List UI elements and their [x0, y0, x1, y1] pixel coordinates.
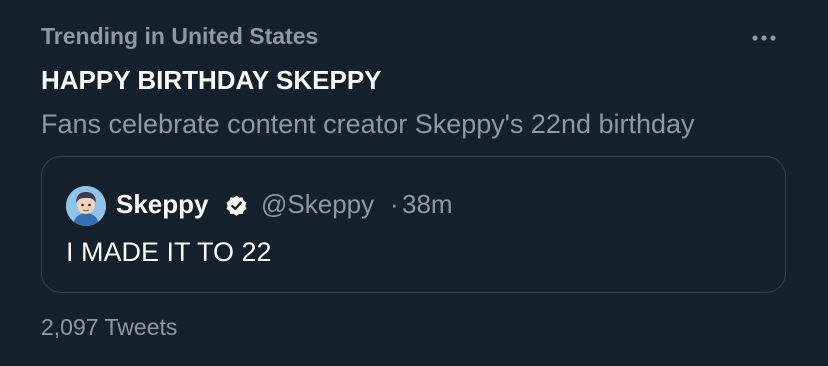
- author-name[interactable]: Skeppy: [116, 188, 209, 220]
- avatar[interactable]: [66, 186, 106, 226]
- quoted-tweet-text: I MADE IT TO 22: [66, 237, 272, 267]
- trend-title: HAPPY BIRTHDAY SKEPPY: [41, 65, 382, 95]
- more-options-button[interactable]: [744, 20, 784, 54]
- author-handle[interactable]: @Skeppy: [261, 188, 374, 220]
- verified-badge-icon: [224, 193, 249, 218]
- tweet-count: 2,097 Tweets: [41, 314, 178, 340]
- trend-description: Fans celebrate content creator Skeppy's …: [41, 109, 695, 139]
- more-horizontal-icon: [752, 28, 776, 46]
- tweet-timestamp[interactable]: 38m: [402, 188, 453, 220]
- trend-context: Trending in United States: [41, 23, 319, 49]
- trend-card[interactable]: Trending in United States HAPPY BIRTHDAY…: [0, 0, 828, 366]
- quoted-tweet-card[interactable]: Skeppy @Skeppy · 38m I MADE IT TO 22: [41, 156, 786, 293]
- handle-time-separator: ·: [390, 189, 399, 219]
